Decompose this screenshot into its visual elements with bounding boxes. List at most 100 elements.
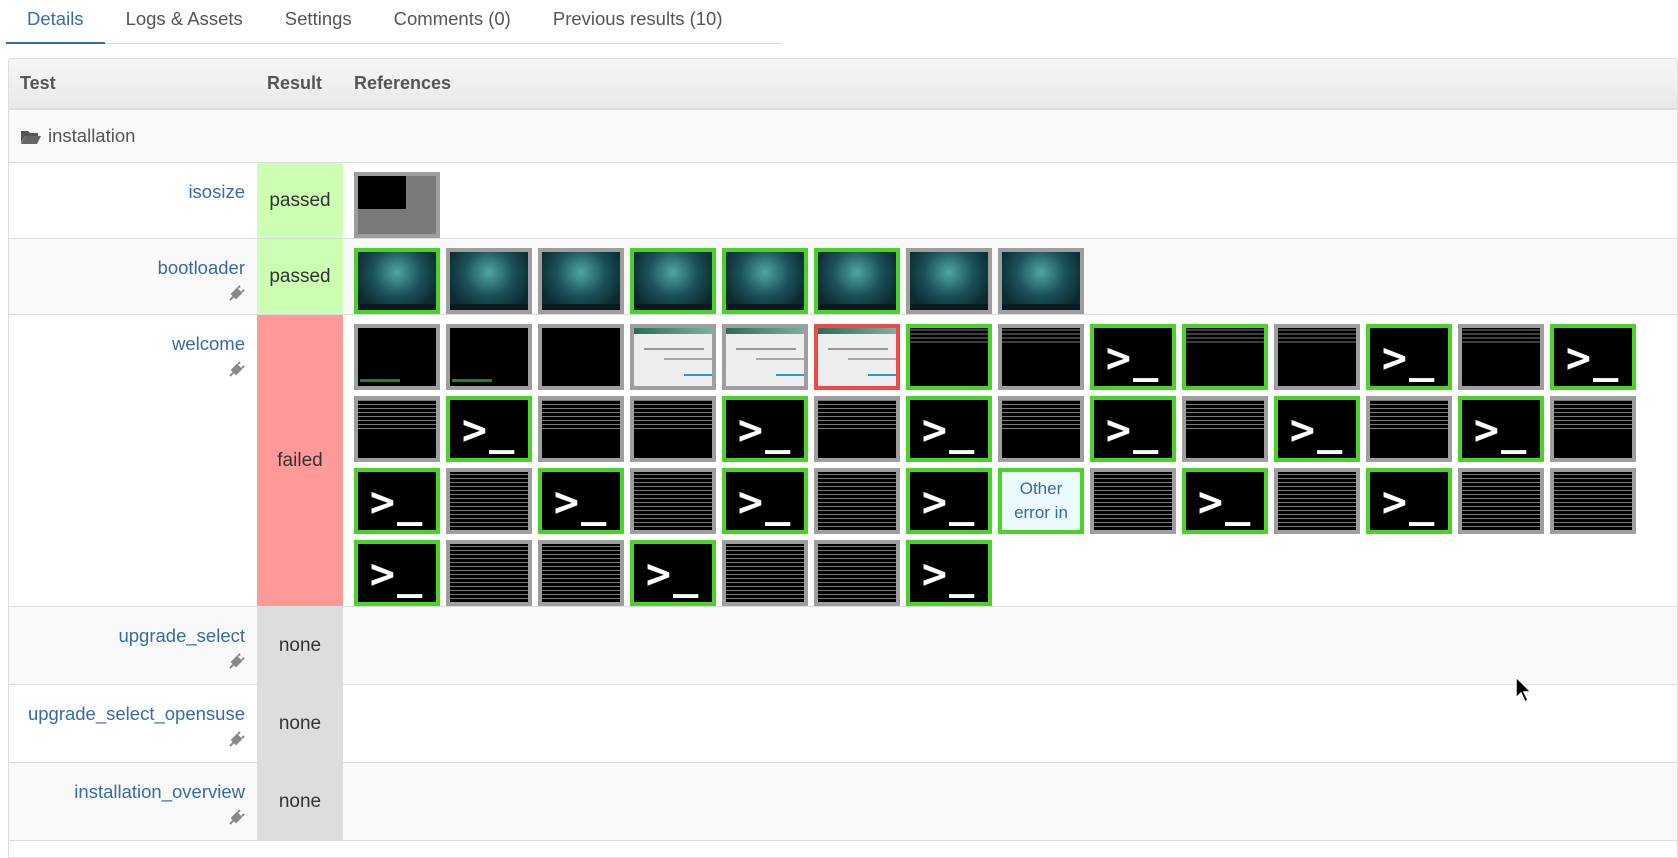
screenshot-thumbnail[interactable] (1550, 396, 1636, 462)
tab-logs-assets[interactable]: Logs & Assets (105, 0, 264, 44)
screenshot-thumbnail[interactable] (538, 248, 624, 314)
terminal-prompt-thumbnail[interactable] (906, 468, 992, 534)
terminal-prompt-thumbnail[interactable] (630, 540, 716, 606)
result-label: none (278, 790, 322, 812)
screenshot-thumbnail[interactable] (1458, 468, 1544, 534)
screenshot-thumbnail[interactable] (814, 540, 900, 606)
terminal-prompt-thumbnail[interactable] (446, 396, 532, 462)
result-label: none (278, 712, 322, 734)
screenshot-thumbnail[interactable] (906, 324, 992, 390)
tab-details[interactable]: Details (6, 0, 105, 44)
plug-icon (229, 731, 245, 747)
terminal-prompt-thumbnail[interactable] (722, 396, 808, 462)
terminal-prompt-thumbnail[interactable] (1366, 468, 1452, 534)
result-label: failed (277, 449, 323, 471)
text-result-box[interactable]: Other error in (998, 468, 1084, 534)
screenshot-thumbnail[interactable] (1182, 396, 1268, 462)
screenshot-thumbnail[interactable] (538, 540, 624, 606)
table-row: welcome failed >_ >_ >_ >_ >_ >_ >_ >_ >… (9, 315, 1677, 607)
screenshot-thumbnail[interactable] (446, 468, 532, 534)
test-cell: isosize (9, 163, 257, 238)
test-cell: bootloader (9, 239, 257, 314)
screenshot-thumbnail[interactable] (538, 324, 624, 390)
screenshot-thumbnail[interactable] (814, 324, 900, 390)
screenshot-thumbnail[interactable] (906, 248, 992, 314)
test-link-welcome[interactable]: welcome (9, 333, 245, 355)
screenshot-thumbnail[interactable] (814, 248, 900, 314)
screenshot-thumbnail[interactable] (998, 248, 1084, 314)
screenshot-thumbnail[interactable] (1090, 468, 1176, 534)
tab-settings[interactable]: Settings (264, 0, 373, 44)
screenshot-thumbnail[interactable] (1274, 324, 1360, 390)
test-link-bootloader[interactable]: bootloader (9, 257, 245, 279)
screenshot-thumbnail[interactable] (1274, 468, 1360, 534)
screenshot-thumbnail[interactable] (446, 324, 532, 390)
references-cell (343, 763, 1677, 840)
screenshot-thumbnail[interactable] (1182, 324, 1268, 390)
table-row: bootloader passed (9, 239, 1677, 315)
terminal-prompt-thumbnail[interactable] (1458, 396, 1544, 462)
tab-comments[interactable]: Comments (0) (373, 0, 532, 44)
screenshot-thumbnail[interactable] (814, 396, 900, 462)
screenshot-thumbnail[interactable] (446, 540, 532, 606)
result-cell: passed (257, 239, 343, 314)
screenshot-thumbnail[interactable] (354, 324, 440, 390)
test-link-upgrade-select-opensuse[interactable]: upgrade_select_opensuse (9, 703, 245, 725)
result-cell: none (257, 763, 343, 840)
terminal-prompt-thumbnail[interactable] (722, 468, 808, 534)
plug-icon (229, 285, 245, 301)
column-header-test: Test (20, 73, 56, 93)
result-cell: none (257, 685, 343, 762)
result-cell: passed (257, 163, 343, 238)
table-row: upgrade_select_opensuse none (9, 685, 1677, 763)
terminal-prompt-thumbnail[interactable] (1182, 468, 1268, 534)
test-cell: installation_overview (9, 763, 257, 840)
terminal-prompt-thumbnail[interactable] (1090, 396, 1176, 462)
terminal-prompt-thumbnail[interactable] (1366, 324, 1452, 390)
terminal-prompt-thumbnail[interactable] (906, 540, 992, 606)
category-label: installation (48, 125, 136, 146)
screenshot-thumbnail[interactable] (630, 396, 716, 462)
screenshot-thumbnail[interactable] (722, 248, 808, 314)
screenshot-thumbnail[interactable] (998, 324, 1084, 390)
screenshot-thumbnail[interactable] (354, 396, 440, 462)
terminal-prompt-thumbnail[interactable] (538, 468, 624, 534)
screenshot-thumbnail[interactable] (1458, 324, 1544, 390)
terminal-prompt-thumbnail[interactable] (1274, 396, 1360, 462)
terminal-prompt-thumbnail[interactable] (1550, 324, 1636, 390)
screenshot-thumbnail[interactable] (1366, 396, 1452, 462)
test-cell: upgrade_select (9, 607, 257, 684)
terminal-prompt-thumbnail[interactable] (906, 396, 992, 462)
result-label: none (278, 634, 322, 656)
results-table: Test Result References installation isos… (8, 58, 1678, 858)
screenshot-thumbnail[interactable] (354, 172, 440, 238)
screenshot-thumbnail[interactable] (630, 248, 716, 314)
screenshot-thumbnail[interactable] (538, 396, 624, 462)
screenshot-thumbnail[interactable] (1550, 468, 1636, 534)
references-cell (343, 239, 1677, 314)
folder-open-icon (20, 128, 42, 144)
column-header-references: References (354, 73, 452, 93)
screenshot-thumbnail[interactable] (722, 540, 808, 606)
result-label: passed (269, 265, 331, 287)
references-cell: Other error in (343, 315, 1677, 606)
screenshot-thumbnail[interactable] (814, 468, 900, 534)
terminal-prompt-thumbnail[interactable] (354, 540, 440, 606)
result-label: passed (269, 189, 331, 211)
test-link-upgrade-select[interactable]: upgrade_select (9, 625, 245, 647)
result-cell: none (257, 607, 343, 684)
screenshot-thumbnail[interactable] (722, 324, 808, 390)
test-link-installation-overview[interactable]: installation_overview (9, 781, 245, 803)
terminal-prompt-thumbnail[interactable] (354, 468, 440, 534)
screenshot-thumbnail[interactable] (630, 468, 716, 534)
screenshot-thumbnail[interactable] (630, 324, 716, 390)
screenshot-thumbnail[interactable] (998, 396, 1084, 462)
tab-previous-results[interactable]: Previous results (10) (532, 0, 744, 44)
column-header-result: Result (267, 73, 323, 93)
screenshot-thumbnail[interactable] (354, 248, 440, 314)
screenshot-thumbnail[interactable] (446, 248, 532, 314)
references-cell (343, 163, 1677, 238)
terminal-prompt-thumbnail[interactable] (1090, 324, 1176, 390)
test-link-isosize[interactable]: isosize (9, 181, 245, 203)
plug-icon (229, 809, 245, 825)
